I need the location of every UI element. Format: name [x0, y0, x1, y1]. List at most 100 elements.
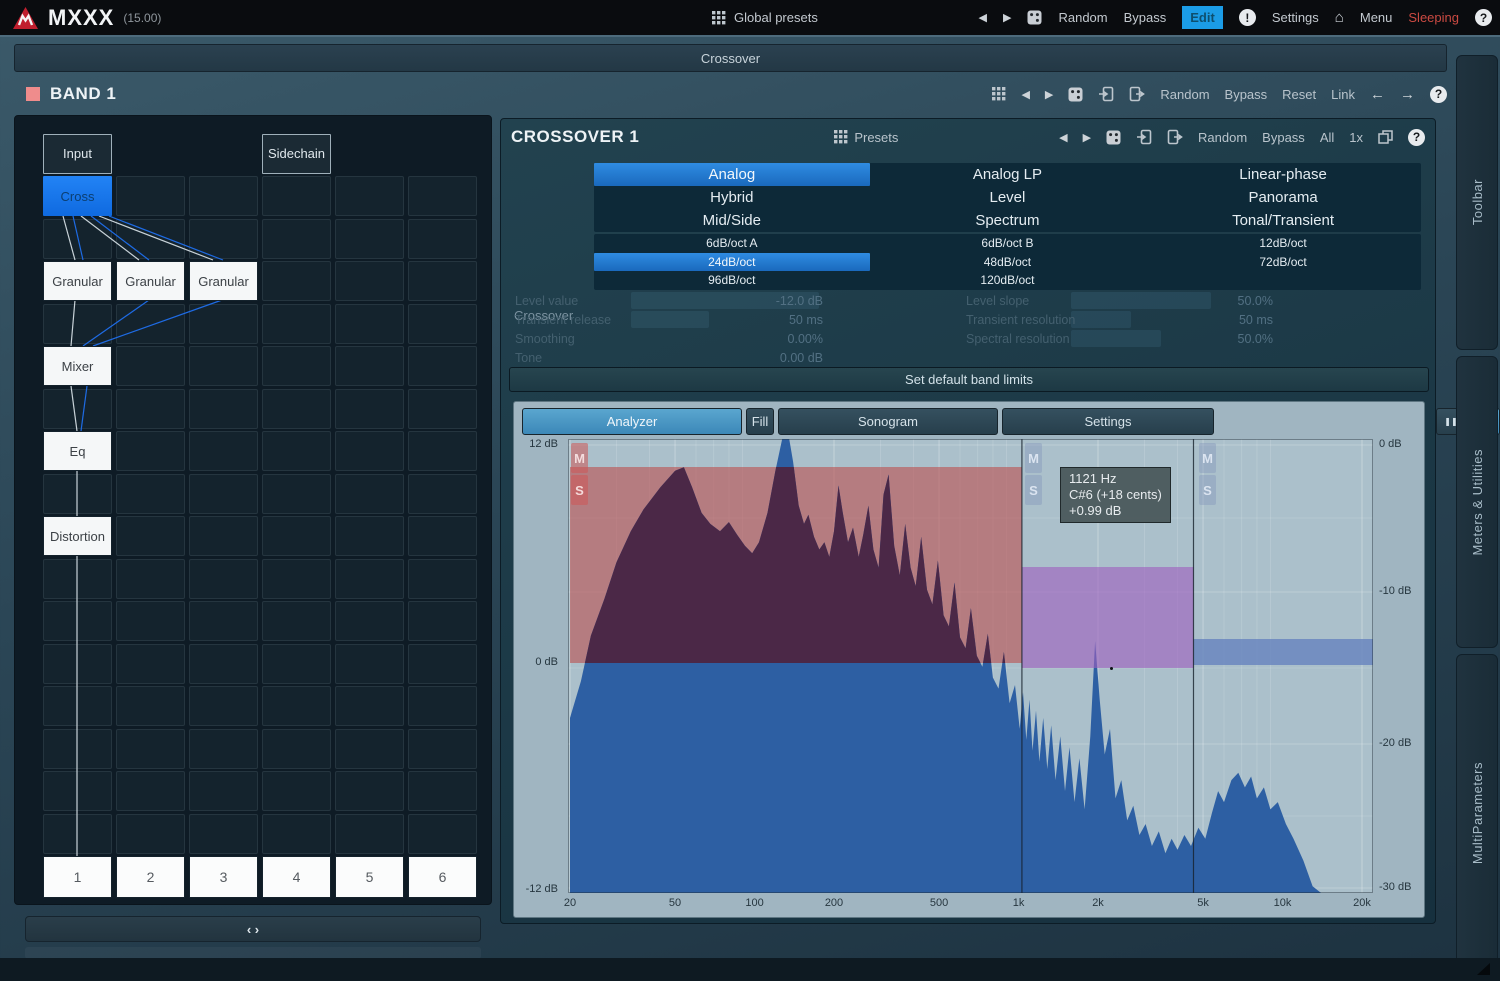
- band-bypass-button[interactable]: Bypass: [1225, 87, 1268, 102]
- band-previous-icon[interactable]: ◀: [1021, 88, 1029, 101]
- crossover-mode-option-analog[interactable]: Analog: [594, 163, 870, 186]
- solo-badge[interactable]: S: [571, 475, 588, 505]
- sleeping-status[interactable]: Sleeping: [1408, 10, 1459, 25]
- band-link-button[interactable]: Link: [1331, 87, 1355, 102]
- crossover-all-button[interactable]: All: [1320, 130, 1334, 145]
- set-default-band-limits-button[interactable]: Set default band limits: [509, 367, 1429, 392]
- node-sidechain[interactable]: Sidechain: [262, 134, 331, 174]
- analyzer-tab-sonogram[interactable]: Sonogram: [778, 408, 998, 435]
- crossover-slope-option-12db-oct[interactable]: 12dB/oct: [1145, 234, 1421, 253]
- band-slot-3[interactable]: 3: [189, 856, 258, 898]
- edit-button[interactable]: Edit: [1182, 6, 1223, 29]
- crossover-slope-option-24db-oct[interactable]: 24dB/oct: [594, 253, 870, 272]
- alert-icon[interactable]: !: [1239, 9, 1256, 26]
- param-spectral-resolution[interactable]: Spectral resolution50.0%: [953, 329, 1393, 348]
- param-transient-resolution[interactable]: Transient resolution50 ms: [953, 310, 1393, 329]
- crossover-bypass-button[interactable]: Bypass: [1262, 130, 1305, 145]
- window-resize-handle[interactable]: [1477, 963, 1490, 975]
- band-help-icon[interactable]: ?: [1430, 86, 1447, 103]
- sidebar-tab-toolbar[interactable]: Toolbar: [1456, 55, 1498, 350]
- node-connection-line: [81, 216, 139, 260]
- mute-badge[interactable]: M: [1199, 443, 1216, 473]
- param-transient-release[interactable]: Transient release50 ms: [509, 310, 949, 329]
- node-granular[interactable]: Granular: [116, 261, 185, 301]
- crossover-slope-option-6db-oct-b[interactable]: 6dB/oct B: [870, 234, 1146, 253]
- crossover-help-icon[interactable]: ?: [1408, 129, 1425, 146]
- solo-badge[interactable]: S: [1199, 475, 1216, 505]
- home-icon[interactable]: ⌂: [1335, 9, 1344, 26]
- crossover-mode-option-panorama[interactable]: Panorama: [1145, 186, 1421, 209]
- mute-badge[interactable]: M: [1025, 443, 1042, 473]
- menu-button[interactable]: Menu: [1360, 10, 1393, 25]
- crossover-mode-option-linear-phase[interactable]: Linear-phase: [1145, 163, 1421, 186]
- node-input[interactable]: Input: [43, 134, 112, 174]
- crossover-multiplier-button[interactable]: 1x: [1349, 130, 1363, 145]
- band-slot-6[interactable]: 6: [408, 856, 477, 898]
- band-undo-icon[interactable]: ←: [1370, 86, 1385, 103]
- crossover-slope-option-96db-oct[interactable]: 96dB/oct: [594, 271, 870, 290]
- band-random-button[interactable]: Random: [1160, 87, 1209, 102]
- help-icon[interactable]: ?: [1475, 9, 1492, 26]
- solo-badge[interactable]: S: [1025, 475, 1042, 505]
- crossover-slope-option-120db-oct[interactable]: 120dB/oct: [870, 271, 1146, 290]
- band-redo-icon[interactable]: →: [1400, 86, 1415, 103]
- band-slot-1[interactable]: 1: [43, 856, 112, 898]
- crossover-mode-option-analog-lp[interactable]: Analog LP: [870, 163, 1146, 186]
- crossover-import-icon[interactable]: [1136, 129, 1152, 145]
- crossover-mode-option-level[interactable]: Level: [870, 186, 1146, 209]
- settings-button[interactable]: Settings: [1272, 10, 1319, 25]
- analyzer-tab-analyzer[interactable]: Analyzer: [522, 408, 742, 435]
- node-cross[interactable]: Cross: [43, 176, 112, 216]
- crossover-dice-icon[interactable]: [1106, 130, 1121, 145]
- random-button[interactable]: Random: [1058, 10, 1107, 25]
- node-granular[interactable]: Granular: [189, 261, 258, 301]
- crossover-previous-icon[interactable]: ◀: [1059, 131, 1067, 144]
- spectrum-plot[interactable]: MSMSMS1121 HzC#6 (+18 cents)+0.99 dB: [568, 439, 1373, 893]
- band-slot-2[interactable]: 2: [116, 856, 185, 898]
- crossover-export-icon[interactable]: [1167, 129, 1183, 145]
- previous-preset-icon[interactable]: ◀: [979, 11, 987, 24]
- band-title: BAND 1: [50, 84, 116, 104]
- band-slot-5[interactable]: 5: [335, 856, 404, 898]
- node-eq[interactable]: Eq: [43, 431, 112, 471]
- crossover-mode-option-spectrum[interactable]: Spectrum: [870, 209, 1146, 232]
- crossover-detach-icon[interactable]: [1378, 130, 1393, 144]
- tab-crossover[interactable]: Crossover: [14, 44, 1447, 72]
- crossover-random-button[interactable]: Random: [1198, 130, 1247, 145]
- node-graph-scrollbar[interactable]: ‹ ›: [25, 916, 481, 942]
- dice-icon[interactable]: [1027, 10, 1042, 25]
- node-mixer[interactable]: Mixer: [43, 346, 112, 386]
- bypass-button[interactable]: Bypass: [1124, 10, 1167, 25]
- param-level-value[interactable]: Level value-12.0 dB: [509, 291, 949, 310]
- band-import-icon[interactable]: [1098, 86, 1114, 102]
- crossover-slope-option-6db-oct-a[interactable]: 6dB/oct A: [594, 234, 870, 253]
- crossover-next-icon[interactable]: ▶: [1083, 131, 1091, 144]
- band-export-icon[interactable]: [1129, 86, 1145, 102]
- band-color-swatch[interactable]: [26, 87, 40, 101]
- crossover-mode-option-tonal-transient[interactable]: Tonal/Transient: [1145, 209, 1421, 232]
- analyzer-tab-settings[interactable]: Settings: [1002, 408, 1214, 435]
- band-dice-icon[interactable]: [1068, 87, 1083, 102]
- crossover-presets-grid-icon[interactable]: [834, 130, 848, 144]
- crossover-presets-button[interactable]: Presets: [854, 130, 898, 145]
- next-preset-icon[interactable]: ▶: [1003, 11, 1011, 24]
- analyzer-tab-fill[interactable]: Fill: [746, 408, 774, 435]
- band-slot-4[interactable]: 4: [262, 856, 331, 898]
- crossover-mode-option-mid-side[interactable]: Mid/Side: [594, 209, 870, 232]
- sidebar-tab-meters-utilities[interactable]: Meters & Utilities: [1456, 356, 1498, 648]
- band-reset-button[interactable]: Reset: [1282, 87, 1316, 102]
- global-presets-button[interactable]: Global presets: [712, 10, 818, 25]
- node-granular[interactable]: Granular: [43, 261, 112, 301]
- crossover-slope-option-72db-oct[interactable]: 72dB/oct: [1145, 253, 1421, 272]
- param-tone[interactable]: Tone0.00 dB: [509, 348, 949, 367]
- band-presets-grid-icon[interactable]: [992, 87, 1006, 101]
- sidebar-tab-multiparameters[interactable]: MultiParameters: [1456, 654, 1498, 972]
- crossover-mode-option-hybrid[interactable]: Hybrid: [594, 186, 870, 209]
- mute-badge[interactable]: M: [571, 443, 588, 473]
- param-smoothing[interactable]: Smoothing0.00%: [509, 329, 949, 348]
- band-next-icon[interactable]: ▶: [1045, 88, 1053, 101]
- crossover-slope-option-48db-oct[interactable]: 48dB/oct: [870, 253, 1146, 272]
- param-level-slope[interactable]: Level slope50.0%: [953, 291, 1393, 310]
- tooltip-line: C#6 (+18 cents): [1069, 487, 1162, 503]
- node-distortion[interactable]: Distortion: [43, 516, 112, 556]
